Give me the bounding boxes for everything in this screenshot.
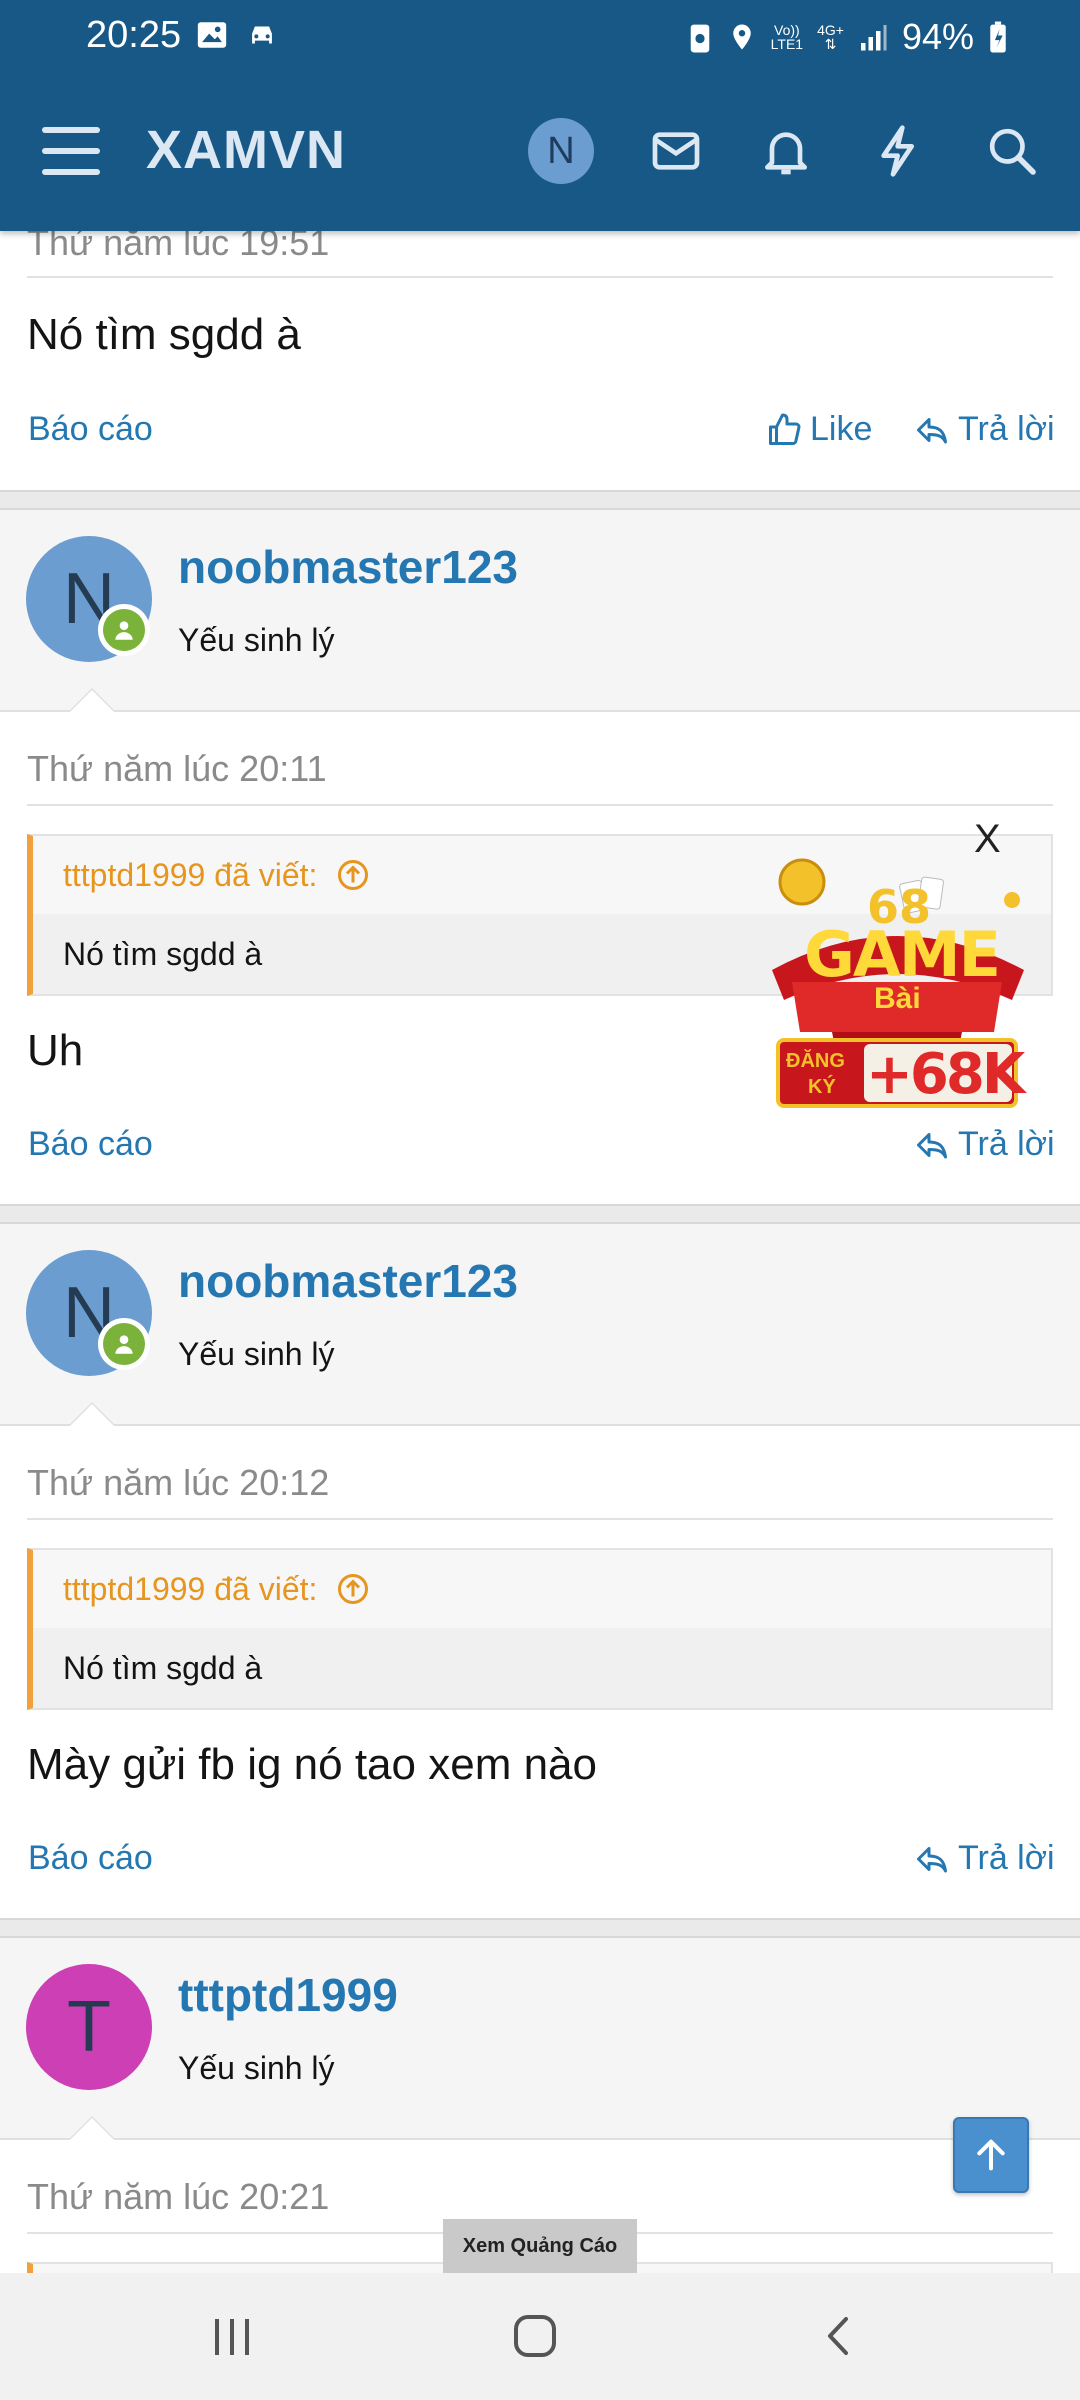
- lock-saver-icon: [690, 24, 709, 53]
- recent-apps-icon[interactable]: [210, 2315, 254, 2359]
- site-logo[interactable]: XAMVN: [146, 119, 346, 181]
- reply-icon: [917, 1132, 947, 1158]
- location-icon: [732, 24, 751, 50]
- quote-block: tttptd1999 đã viết: Nó tìm sgdd à: [27, 1548, 1053, 1710]
- thumbs-up-icon: [769, 413, 801, 445]
- arrow-up-icon: [977, 2139, 1005, 2171]
- status-right-icons: Vo)) LTE1 4G+ ⇅ 94%: [687, 16, 1008, 58]
- post-user-block: N noobmaster123 Yếu sinh lý: [0, 1224, 1080, 1426]
- user-block-pointer: [68, 2116, 116, 2140]
- user-block-pointer: [68, 1402, 116, 1426]
- scroll-to-top-button[interactable]: [953, 2117, 1029, 2193]
- online-badge: [98, 604, 150, 656]
- user-icon: [115, 1335, 133, 1354]
- lightning-icon[interactable]: [872, 123, 928, 179]
- arrow-up-circle-icon: [338, 1574, 369, 1604]
- report-link[interactable]: Báo cáo: [28, 410, 153, 449]
- ad-ky-text: KÝ: [808, 1076, 836, 1098]
- ad-close-button[interactable]: X: [974, 817, 1001, 862]
- quote-author: tttptd1999 đã viết:: [63, 856, 318, 893]
- post-separator: [0, 1918, 1080, 1938]
- account-avatar[interactable]: N: [528, 118, 594, 184]
- volte-indicator: Vo)) LTE1: [770, 22, 804, 52]
- network-indicator: 4G+ ⇅: [817, 22, 844, 52]
- car-icon: [252, 26, 272, 44]
- user-title: Yếu sinh lý: [178, 1336, 335, 1372]
- quote-text: Nó tìm sgdd à: [33, 1628, 1051, 1708]
- status-left-icons: [195, 18, 281, 52]
- home-icon[interactable]: [512, 2313, 558, 2359]
- post-date[interactable]: Thứ năm lúc 20:11: [27, 748, 327, 790]
- reply-icon: [917, 417, 947, 443]
- gallery-icon: [197, 22, 227, 48]
- ad-bonus-text: +68K: [866, 1042, 1025, 1107]
- like-button[interactable]: Like: [766, 410, 872, 449]
- menu-icon[interactable]: [42, 127, 100, 175]
- search-icon[interactable]: [984, 123, 1040, 179]
- system-nav-bar: [0, 2273, 1080, 2400]
- battery-charging-icon: [990, 21, 1006, 53]
- reply-button[interactable]: Trả lời: [914, 1125, 1055, 1164]
- user-block-pointer: [68, 688, 116, 712]
- nav-header: XAMVN N: [0, 75, 1080, 231]
- view-ad-button[interactable]: Xem Quảng Cáo: [443, 2219, 637, 2273]
- user-title: Yếu sinh lý: [178, 622, 335, 658]
- post-separator: [0, 1204, 1080, 1224]
- username[interactable]: noobmaster123: [178, 540, 518, 594]
- post-user-block: T tttptd1999 Yếu sinh lý: [0, 1938, 1080, 2140]
- ad-game-text: GAME: [804, 918, 1001, 991]
- post-message: Mày gửi fb ig nó tao xem nào: [27, 1740, 597, 1789]
- post-user-block: N noobmaster123 Yếu sinh lý: [0, 510, 1080, 712]
- user-icon: [115, 621, 133, 640]
- report-link[interactable]: Báo cáo: [28, 1125, 153, 1164]
- divider: [27, 1518, 1053, 1520]
- inbox-icon[interactable]: [648, 123, 704, 179]
- username[interactable]: noobmaster123: [178, 1254, 518, 1308]
- divider: [27, 276, 1053, 278]
- back-icon[interactable]: [818, 2313, 858, 2359]
- battery-percent: 94%: [901, 16, 974, 57]
- arrow-up-circle-icon: [338, 860, 369, 890]
- online-badge: [98, 1318, 150, 1370]
- app-header: 20:25 Vo)) LTE1 4G+ ⇅ 94% XAMVN N: [0, 0, 1080, 231]
- reply-button[interactable]: Trả lời: [914, 410, 1055, 449]
- ad-bai-text: Bài: [874, 982, 921, 1015]
- divider: [27, 804, 1053, 806]
- user-title: Yếu sinh lý: [178, 2050, 335, 2086]
- status-bar: 20:25 Vo)) LTE1 4G+ ⇅ 94%: [0, 0, 1080, 75]
- quote-header[interactable]: tttptd1999 đã viết:: [33, 1550, 1051, 1628]
- quote-author: tttptd1999 đã viết:: [63, 1570, 318, 1607]
- username[interactable]: tttptd1999: [178, 1968, 398, 2022]
- post-message: Uh: [27, 1026, 84, 1075]
- avatar[interactable]: T: [26, 1964, 152, 2090]
- post-separator: [0, 490, 1080, 510]
- report-link[interactable]: Báo cáo: [28, 1839, 153, 1878]
- bell-icon[interactable]: [758, 123, 814, 179]
- post-date[interactable]: Thứ năm lúc 20:12: [27, 1462, 329, 1504]
- post-message: Nó tìm sgdd à: [27, 310, 301, 359]
- reply-button[interactable]: Trả lời: [914, 1839, 1055, 1878]
- status-time: 20:25: [86, 14, 182, 56]
- signal-icon: [860, 25, 887, 51]
- ad-dang-text: ĐĂNG: [786, 1050, 845, 1072]
- reply-icon: [917, 1846, 947, 1872]
- game-ad-banner[interactable]: 68 GAME Bài ĐĂNG KÝ +68K: [762, 842, 1032, 1120]
- post-date[interactable]: Thứ năm lúc 20:21: [27, 2176, 329, 2218]
